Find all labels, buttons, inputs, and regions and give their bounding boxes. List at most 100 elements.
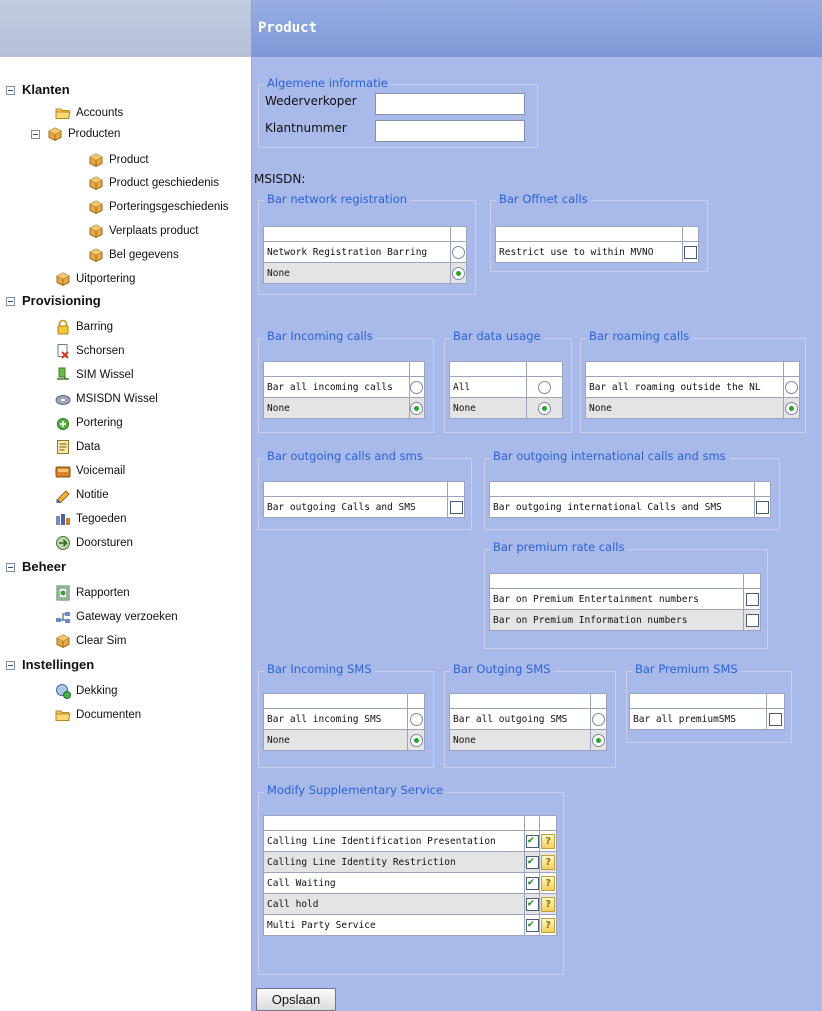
- table-row: None: [449, 397, 564, 419]
- tree-item-tegoeden[interactable]: Tegoeden: [55, 509, 127, 529]
- help-icon[interactable]: ?: [541, 854, 556, 870]
- content-header: [252, 0, 822, 57]
- option-label: Bar all outgoing SMS: [449, 708, 591, 730]
- network-registration-barring-radio[interactable]: [452, 245, 466, 259]
- tree-item-product[interactable]: Product: [88, 150, 149, 170]
- disc-icon: [55, 391, 71, 407]
- incoming-none-radio[interactable]: [410, 401, 424, 415]
- wederverkoper-input[interactable]: [375, 93, 525, 115]
- bar-incoming-sms-radio[interactable]: [409, 712, 423, 726]
- data-none-radio[interactable]: [537, 401, 551, 415]
- tree-item-documenten[interactable]: Documenten: [55, 705, 141, 725]
- restrict-mvno-checkbox[interactable]: [683, 245, 697, 259]
- tree-item-accounts[interactable]: Accounts: [55, 103, 123, 123]
- service-label: Call hold: [263, 893, 525, 915]
- option-label: Bar all incoming SMS: [262, 708, 409, 730]
- option-label: None: [449, 729, 591, 751]
- tree-item-barring[interactable]: Barring: [55, 317, 113, 337]
- tree-item-data[interactable]: Data: [55, 437, 100, 457]
- tree-item-uitportering[interactable]: Uitportering: [55, 269, 135, 289]
- incoming-sms-none-radio[interactable]: [409, 733, 423, 747]
- table-header-cell: [523, 815, 541, 831]
- help-icon[interactable]: ?: [541, 833, 556, 849]
- save-button[interactable]: Opslaan: [256, 988, 336, 1011]
- tree-item-doorsturen[interactable]: Doorsturen: [55, 533, 133, 553]
- fieldset-legend: Bar premium rate calls: [490, 540, 628, 554]
- tree-group-instellingen[interactable]: Instellingen: [6, 655, 94, 675]
- tree-item-voicemail[interactable]: Voicemail: [55, 461, 125, 481]
- tree-group-beheer[interactable]: Beheer: [6, 557, 66, 577]
- help-icon[interactable]: ?: [541, 875, 556, 891]
- tree-item-porteringsgeschiedenis[interactable]: Porteringsgeschiedenis: [88, 197, 229, 217]
- tree-item-sim-wissel[interactable]: SIM Wissel: [55, 365, 134, 385]
- help-icon[interactable]: ?: [541, 917, 556, 933]
- option-label: None: [584, 397, 785, 419]
- porting-icon: [55, 415, 71, 431]
- data-all-radio[interactable]: [537, 380, 551, 394]
- clip-checkbox[interactable]: [525, 833, 539, 848]
- tree-item-portering[interactable]: Portering: [55, 413, 123, 433]
- fieldset-legend: Bar roaming calls: [586, 329, 693, 343]
- lock-icon: [55, 319, 71, 335]
- fieldset-legend: Bar outgoing international calls and sms: [490, 449, 729, 463]
- collapse-toggle-icon[interactable]: [6, 296, 15, 306]
- call-hold-checkbox[interactable]: [525, 896, 539, 911]
- box-icon: [55, 633, 71, 649]
- collapse-toggle-icon[interactable]: [6, 85, 15, 95]
- bar-outgoing-sms-radio[interactable]: [591, 712, 605, 726]
- fieldset-legend: Bar data usage: [450, 329, 544, 343]
- tree-item-gateway-verzoeken[interactable]: Gateway verzoeken: [55, 607, 178, 627]
- collapse-toggle-icon[interactable]: [31, 129, 40, 139]
- roaming-none-radio[interactable]: [785, 401, 799, 415]
- klantnummer-input[interactable]: [375, 120, 525, 142]
- table-row: None: [262, 262, 467, 284]
- multi-party-checkbox[interactable]: [525, 917, 539, 932]
- tree-group-klanten[interactable]: Klanten: [6, 80, 70, 100]
- bar-outgoing-intl-checkbox[interactable]: [756, 500, 770, 514]
- tree-item-notitie[interactable]: Notitie: [55, 485, 109, 505]
- voicemail-icon: [55, 463, 71, 479]
- collapse-toggle-icon[interactable]: [6, 660, 15, 670]
- outgoing-sms-none-radio[interactable]: [591, 733, 605, 747]
- tree-item-clear-sim[interactable]: Clear Sim: [55, 631, 126, 651]
- network-none-radio[interactable]: [452, 266, 466, 280]
- help-icon[interactable]: ?: [541, 896, 556, 912]
- tree-item-rapporten[interactable]: Rapporten: [55, 583, 130, 603]
- service-label: Calling Line Identity Restriction: [263, 851, 525, 873]
- tree-item-schorsen[interactable]: Schorsen: [55, 341, 125, 361]
- fieldset-legend: Bar Premium SMS: [632, 662, 741, 676]
- wederverkoper-label: Wederverkoper: [265, 94, 357, 108]
- bar-premium-sms-checkbox[interactable]: [769, 712, 783, 726]
- sim-swap-icon: [55, 367, 71, 383]
- table-row: Bar all outgoing SMS: [449, 708, 608, 730]
- tree-item-label: Schorsen: [76, 345, 125, 357]
- tree-item-product-geschiedenis[interactable]: Product geschiedenis: [88, 173, 219, 193]
- table-row: Call Waiting?: [263, 872, 557, 894]
- bar-outgoing-checkbox[interactable]: [449, 500, 463, 514]
- bar-all-incoming-radio[interactable]: [410, 380, 424, 394]
- tree-item-msisdn-wissel[interactable]: MSISDN Wissel: [55, 389, 158, 409]
- tree-item-producten[interactable]: Producten: [31, 124, 120, 144]
- tree-group-provisioning[interactable]: Provisioning: [6, 291, 101, 311]
- bar-roaming-radio[interactable]: [785, 380, 799, 394]
- coverage-globe-icon: [55, 683, 71, 699]
- collapse-toggle-icon[interactable]: [6, 562, 15, 572]
- tree-item-label: Uitportering: [76, 273, 136, 285]
- premium-information-checkbox[interactable]: [745, 613, 759, 627]
- table-row: All: [449, 376, 564, 398]
- clir-checkbox[interactable]: [525, 854, 539, 869]
- tree-item-label: Accounts: [76, 107, 124, 119]
- tree-item-label: Producten: [68, 128, 121, 140]
- tree-item-label: Porteringsgeschiedenis: [109, 201, 229, 213]
- tree-item-dekking[interactable]: Dekking: [55, 681, 118, 701]
- tree-item-bel-gegevens[interactable]: Bel gegevens: [88, 245, 179, 265]
- bar-incoming-table: Bar all incoming calls None: [263, 361, 426, 419]
- tree-item-label: Portering: [76, 417, 123, 429]
- tree-item-verplaats-product[interactable]: Verplaats product: [88, 221, 199, 241]
- premium-entertainment-checkbox[interactable]: [745, 592, 759, 606]
- tree-item-label: Verplaats product: [109, 225, 199, 237]
- fieldset-legend: Bar Outging SMS: [450, 662, 554, 676]
- bar-incoming-sms-table: Bar all incoming SMS None: [262, 693, 425, 751]
- call-waiting-checkbox[interactable]: [525, 875, 539, 890]
- table-header-cell: [584, 361, 785, 377]
